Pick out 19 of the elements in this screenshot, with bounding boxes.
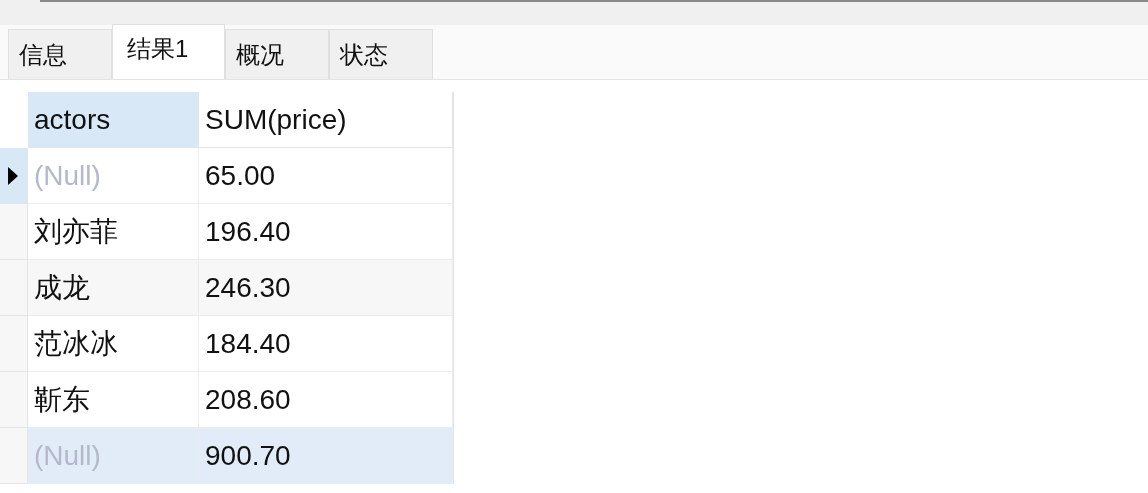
table-cell: 靳东 <box>28 372 199 428</box>
table-cell: 65.00 <box>199 148 453 204</box>
tab[interactable]: 信息 <box>8 29 112 79</box>
column-header[interactable]: actors <box>28 92 199 148</box>
row-indicator[interactable] <box>0 148 28 204</box>
row-pointer-icon <box>8 166 18 185</box>
table-cell: 范冰冰 <box>28 316 199 372</box>
tab[interactable]: 结果1 <box>112 24 225 79</box>
table-cell: 208.60 <box>199 372 453 428</box>
table-cell: 246.30 <box>199 260 453 316</box>
column-header[interactable]: SUM(price) <box>199 92 453 148</box>
table-cell: 成龙 <box>28 260 199 316</box>
table-cell: 刘亦菲 <box>28 204 199 260</box>
table-cell: 196.40 <box>199 204 453 260</box>
table-cell: 184.40 <box>199 316 453 372</box>
table-cell: (Null) <box>28 148 199 204</box>
tab[interactable]: 概况 <box>225 29 329 79</box>
table-cell: 900.70 <box>199 428 453 484</box>
tab[interactable]: 状态 <box>329 29 433 79</box>
